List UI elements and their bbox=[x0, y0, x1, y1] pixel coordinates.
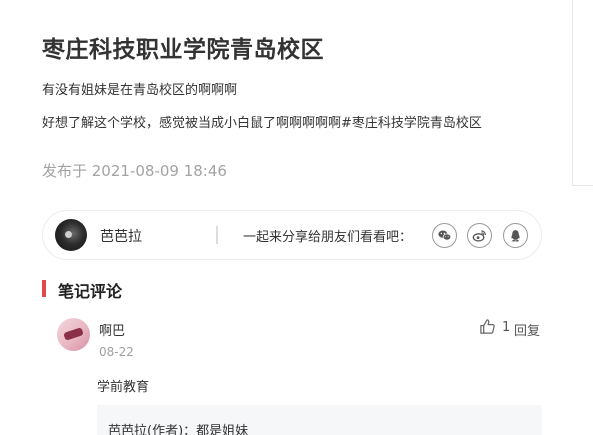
author-name[interactable]: 芭芭拉 bbox=[100, 226, 142, 246]
comment-date: 08-22 bbox=[99, 345, 134, 359]
share-wechat-button[interactable] bbox=[432, 223, 457, 248]
share-qq-button[interactable] bbox=[503, 223, 528, 248]
author-share-bar: 芭芭拉 一起来分享给朋友们看看吧： bbox=[42, 210, 542, 260]
note-body: 好想了解这个学校，感觉被当成小白鼠了啊啊啊啊啊#枣庄科技学院青岛校区 bbox=[42, 116, 482, 131]
commenter-name[interactable]: 啊巴 bbox=[99, 320, 125, 339]
wechat-icon bbox=[438, 230, 452, 241]
commenter-avatar[interactable] bbox=[57, 318, 90, 351]
comments-section-title: 笔记评论 bbox=[58, 282, 123, 301]
reply-button[interactable]: 回复 bbox=[514, 320, 540, 339]
note-title: 枣庄科技职业学院青岛校区 bbox=[42, 37, 324, 63]
like-count[interactable]: 1 bbox=[502, 320, 510, 335]
section-accent-bar bbox=[42, 280, 46, 297]
publish-time: 发布于 2021-08-09 18:46 bbox=[42, 162, 227, 180]
reply-thread: 芭芭拉(作者)：都是姐妹 bbox=[97, 405, 542, 435]
author-avatar[interactable] bbox=[55, 219, 87, 251]
qq-icon bbox=[511, 230, 520, 242]
reply-text: 芭芭拉(作者)：都是姐妹 bbox=[108, 424, 249, 435]
note-subtitle: 有没有姐妹是在青岛校区的啊啊啊 bbox=[42, 83, 238, 98]
side-panel-edge bbox=[572, 0, 593, 186]
thumbs-up-icon[interactable] bbox=[479, 318, 496, 335]
divider bbox=[216, 226, 218, 244]
share-label: 一起来分享给朋友们看看吧： bbox=[243, 230, 413, 245]
share-weibo-button[interactable] bbox=[467, 223, 492, 248]
comment-text: 学前教育 bbox=[97, 380, 150, 395]
weibo-icon bbox=[472, 230, 486, 242]
